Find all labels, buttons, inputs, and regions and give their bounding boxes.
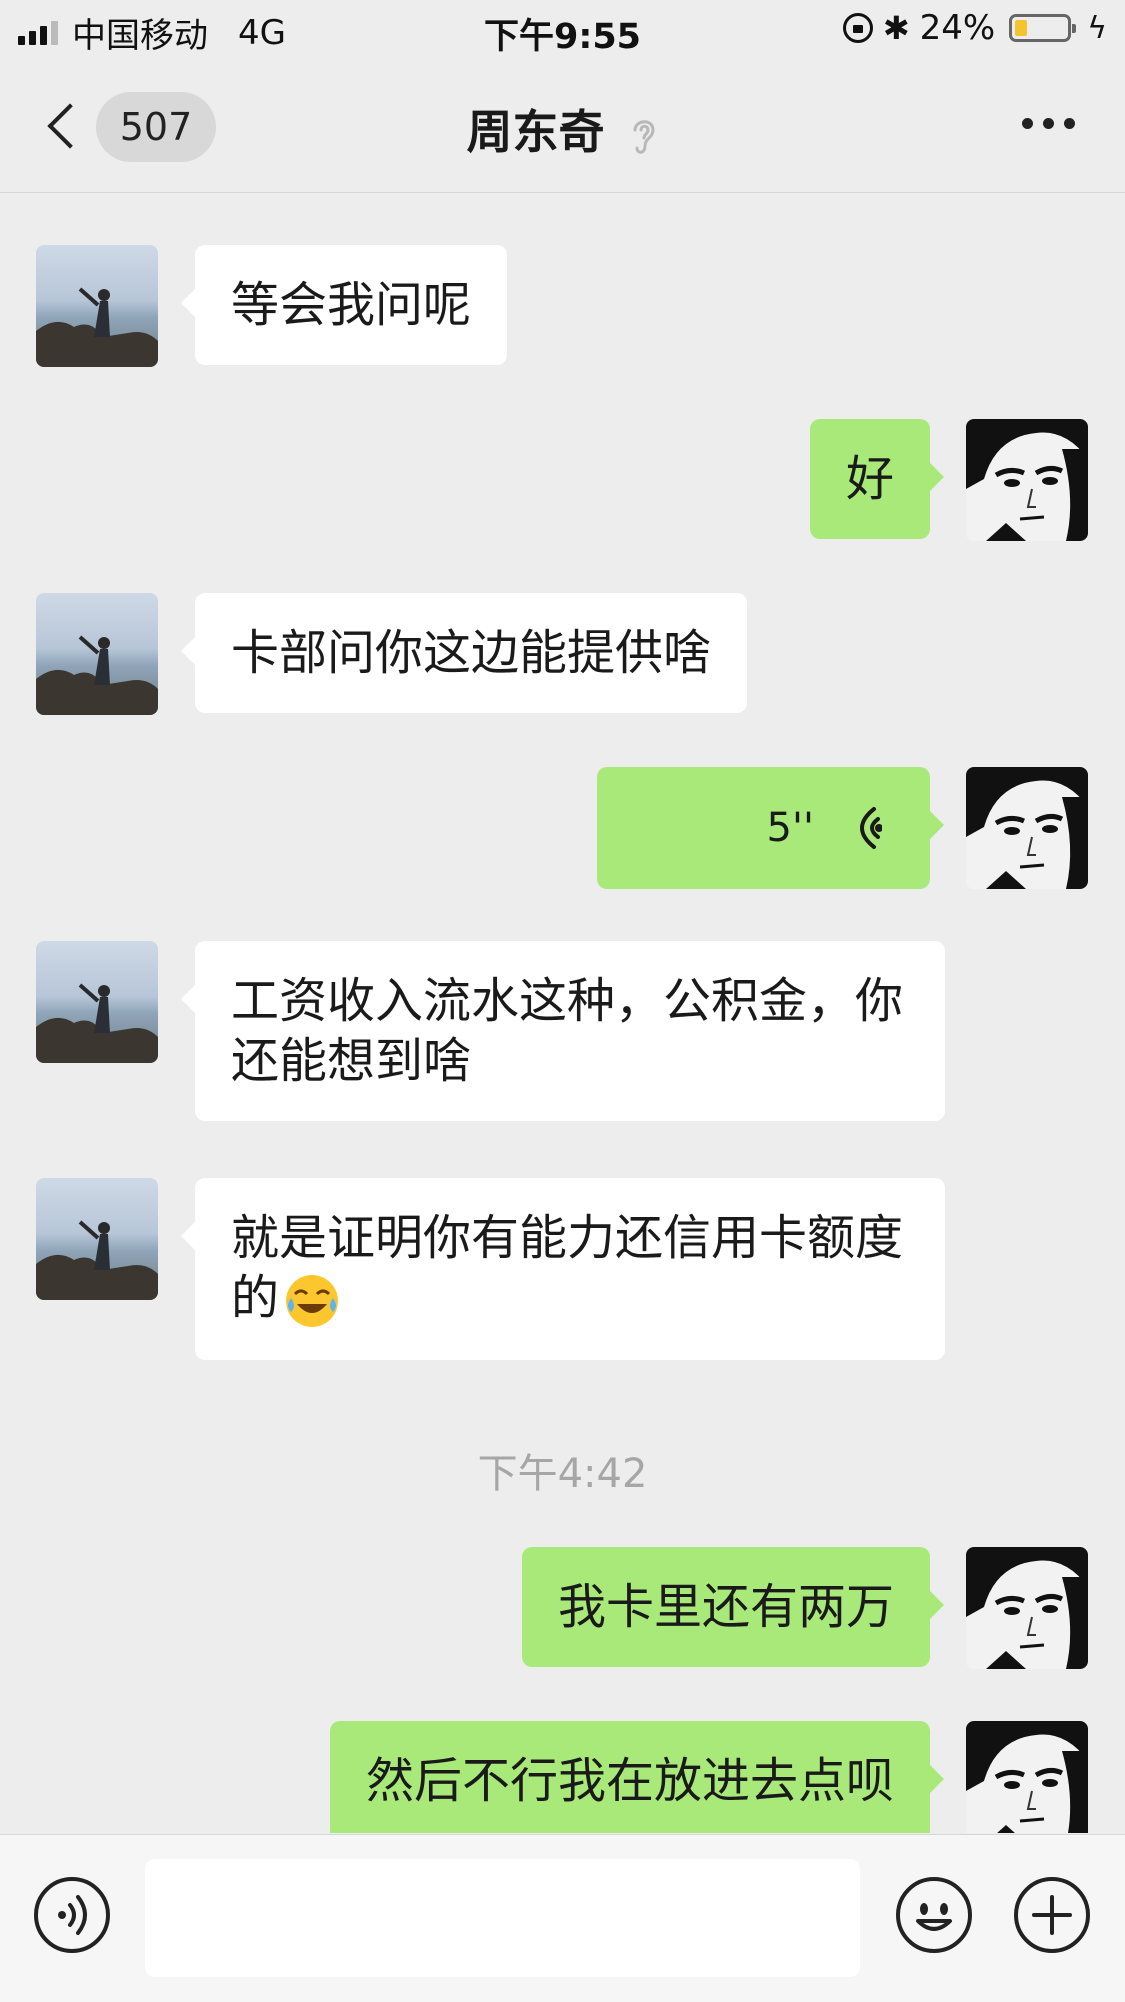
emoji-icon[interactable] bbox=[896, 1877, 972, 1953]
message-timestamp: 下午4:42 bbox=[477, 1451, 648, 1497]
input-bar bbox=[0, 1834, 1125, 2002]
voice-wave-icon bbox=[860, 807, 882, 849]
message-text: 然后不行我在放进去点呗 bbox=[365, 1753, 894, 1809]
battery-icon bbox=[1009, 14, 1077, 42]
status-right: ✱ 24% ϟ bbox=[842, 8, 1107, 48]
plus-icon[interactable] bbox=[1014, 1877, 1090, 1953]
rotation-lock-icon bbox=[842, 13, 873, 43]
contact-avatar[interactable] bbox=[36, 245, 158, 367]
message-list[interactable]: 等会我问呢 好 卡部问你这边能提供啥 5'' 工资收入流水这种，公积金，你还能想… bbox=[0, 193, 1125, 1833]
tears-of-joy-emoji-icon bbox=[286, 1275, 339, 1327]
charging-icon: ϟ bbox=[1087, 10, 1107, 46]
contact-avatar[interactable] bbox=[36, 941, 158, 1063]
message-bubble-self[interactable]: 好 bbox=[809, 419, 945, 539]
self-avatar[interactable] bbox=[966, 1721, 1088, 1833]
battery-percent: 24% bbox=[919, 8, 996, 48]
chat-title[interactable]: 周东奇 bbox=[0, 96, 1125, 162]
contact-avatar[interactable] bbox=[36, 593, 158, 715]
voice-message-bubble[interactable]: 5'' bbox=[597, 767, 944, 889]
message-bubble[interactable]: 卡部问你这边能提供啥 bbox=[180, 593, 748, 713]
voice-duration: 5'' bbox=[766, 805, 814, 851]
message-input[interactable] bbox=[145, 1859, 860, 1977]
status-bar: 中国移动 4G 下午9:55 ✱ 24% ϟ bbox=[0, 0, 1125, 62]
message-bubble-self[interactable]: 我卡里还有两万 bbox=[521, 1547, 945, 1667]
message-text: 我卡里还有两万 bbox=[557, 1579, 894, 1635]
message-text: 工资收入流水这种，公积金，你还能想到啥 bbox=[231, 973, 904, 1089]
self-avatar[interactable] bbox=[966, 767, 1088, 889]
more-icon[interactable] bbox=[1022, 118, 1075, 129]
self-avatar[interactable] bbox=[966, 1547, 1088, 1669]
contact-name: 周东奇 bbox=[466, 105, 605, 159]
message-bubble-self[interactable]: 然后不行我在放进去点呗 bbox=[329, 1721, 945, 1833]
message-bubble[interactable]: 就是证明你有能力还信用卡额度的 bbox=[181, 1178, 945, 1360]
voice-input-icon[interactable] bbox=[34, 1877, 110, 1953]
message-text: 好 bbox=[845, 451, 894, 507]
message-text: 卡部问你这边能提供啥 bbox=[231, 625, 712, 681]
message-bubble[interactable]: 工资收入流水这种，公积金，你还能想到啥 bbox=[181, 941, 945, 1121]
message-bubble[interactable]: 等会我问呢 bbox=[180, 245, 508, 365]
self-avatar[interactable] bbox=[966, 419, 1088, 541]
contact-avatar[interactable] bbox=[36, 1178, 158, 1300]
message-text: 等会我问呢 bbox=[231, 277, 472, 333]
ear-icon bbox=[633, 119, 655, 154]
bluetooth-icon: ✱ bbox=[882, 9, 910, 47]
nav-bar: 507 周东奇 bbox=[0, 62, 1125, 193]
battery-fill bbox=[1015, 20, 1028, 36]
